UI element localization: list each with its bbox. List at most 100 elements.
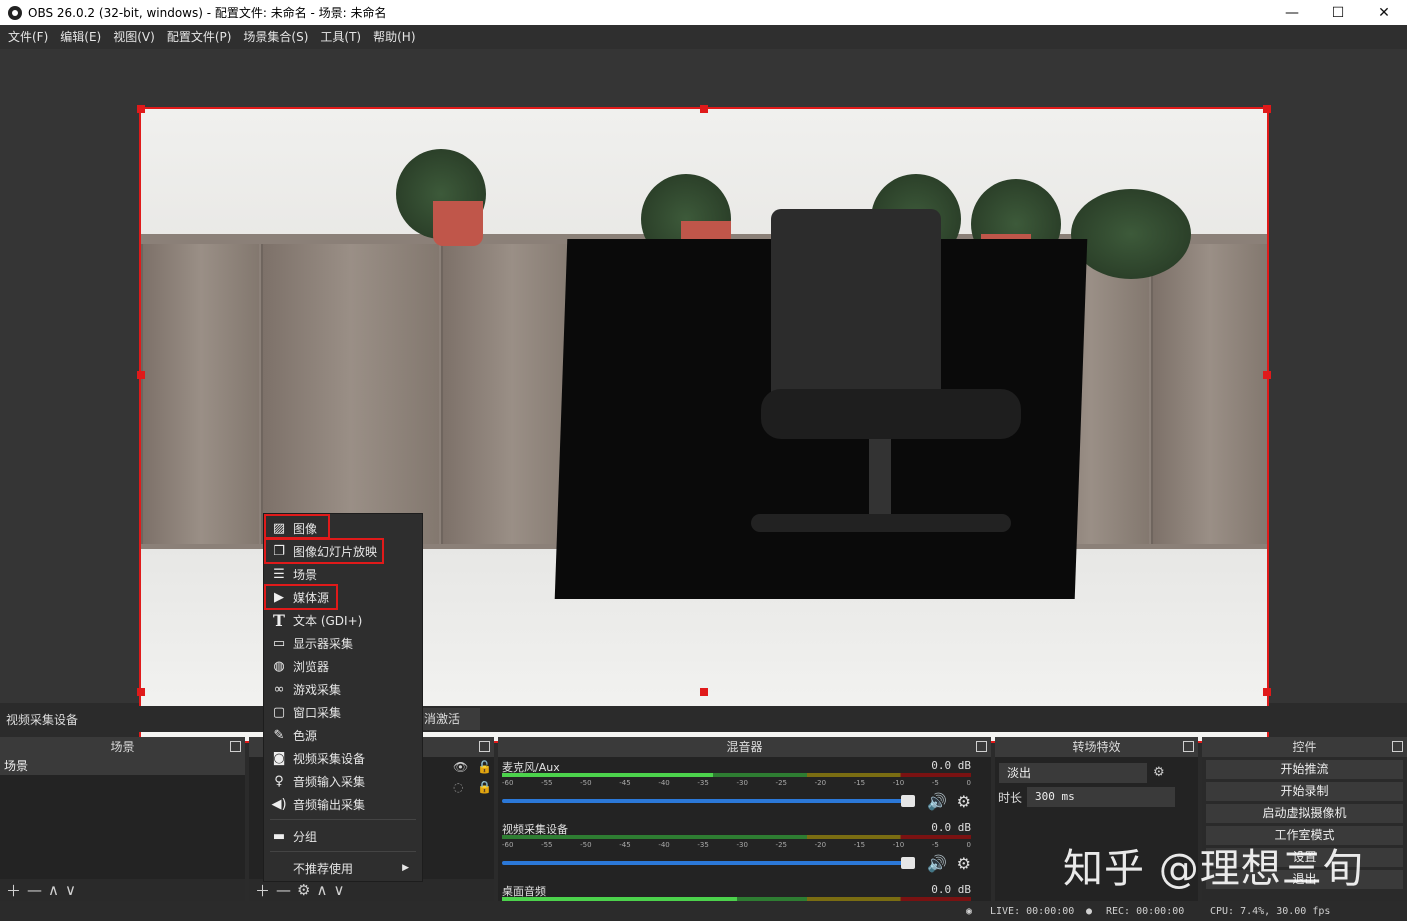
volume-slider-thumb[interactable] — [901, 857, 915, 869]
menu-item-group[interactable]: ▬ 分组 — [265, 825, 421, 847]
gear-icon[interactable]: ⚙ — [957, 792, 971, 811]
microphone-icon: ♀ — [274, 773, 284, 789]
menu-view[interactable]: 视图(V) — [107, 25, 161, 49]
menu-item-window-capture[interactable]: ▢ 窗口采集 — [265, 701, 421, 723]
gear-icon[interactable]: ⚙ — [297, 881, 310, 899]
speaker-icon: ◀) — [271, 796, 287, 812]
globe-icon: ◍ — [273, 658, 285, 674]
remove-source-icon[interactable]: — — [276, 881, 291, 899]
gear-icon[interactable]: ⚙ — [1153, 765, 1165, 780]
text-icon: T — [273, 610, 285, 630]
brush-icon: ✎ — [273, 727, 285, 743]
speaker-icon[interactable]: 🔊 — [927, 792, 947, 811]
plant — [1071, 189, 1191, 279]
menu-item-deprecated[interactable]: 不推荐使用 ▶ — [265, 857, 421, 879]
resize-handle[interactable] — [137, 371, 145, 379]
highlight-box — [264, 514, 330, 539]
menu-separator — [270, 819, 416, 820]
duration-input[interactable]: 300 ms — [1027, 787, 1175, 807]
volume-meter — [502, 835, 971, 839]
menu-edit[interactable]: 编辑(E) — [54, 25, 107, 49]
mixer-title: 混音器 — [726, 740, 763, 754]
add-scene-icon[interactable]: ＋ — [6, 880, 21, 901]
menu-item-audio-output[interactable]: ◀) 音频输出采集 — [265, 793, 421, 815]
gear-icon[interactable]: ⚙ — [957, 854, 971, 873]
selected-source-name: 视频采集设备 — [6, 713, 79, 727]
menu-file[interactable]: 文件(F) — [2, 25, 54, 49]
move-up-icon[interactable]: ∧ — [48, 881, 59, 899]
transition-select[interactable]: 淡出 — [999, 763, 1147, 783]
mixer-dock: 混音器 麦克风/Aux 0.0 dB -60 -55 -50 -45 -40 -35 -30… — [498, 737, 991, 901]
start-virtual-camera-button[interactable]: 启动虚拟摄像机 — [1206, 804, 1403, 823]
float-dock-icon[interactable] — [230, 741, 241, 752]
lock-icon[interactable]: 🔓 — [477, 760, 492, 774]
resize-handle[interactable] — [1263, 105, 1271, 113]
menu-item-game-capture[interactable]: ∞ 游戏采集 — [265, 678, 421, 700]
volume-slider[interactable] — [502, 861, 906, 865]
menu-profile[interactable]: 配置文件(P) — [161, 25, 238, 49]
resize-handle[interactable] — [700, 688, 708, 696]
float-dock-icon[interactable] — [1392, 741, 1403, 752]
lock-icon[interactable]: 🔒 — [477, 780, 492, 794]
maximize-button[interactable]: ☐ — [1315, 0, 1361, 25]
scene-item[interactable]: 场景 — [0, 757, 245, 775]
source-toolbar: 视频采集设备 消激活 — [0, 706, 1407, 732]
menu-scene-collection[interactable]: 场景集合(S) — [237, 25, 314, 49]
transitions-title: 转场特效 — [1072, 740, 1121, 754]
controls-title: 控件 — [1292, 740, 1317, 754]
chair — [771, 209, 941, 409]
menu-item-audio-input[interactable]: ♀ 音频输入采集 — [265, 770, 421, 792]
move-down-icon[interactable]: ∨ — [333, 881, 344, 899]
monitor-icon: ▭ — [272, 635, 286, 651]
minimize-button[interactable]: — — [1269, 0, 1315, 25]
resize-handle[interactable] — [137, 105, 145, 113]
channel-db: 0.0 dB — [931, 759, 971, 772]
rec-icon: ● — [1086, 906, 1093, 917]
live-status: LIVE: 00:00:00 — [990, 906, 1075, 917]
cpu-status: CPU: 7.4%, 30.00 fps — [1210, 906, 1331, 917]
menu-item-text[interactable]: T 文本 (GDI+) — [265, 609, 421, 631]
title-bar: OBS 26.0.2 (32-bit, windows) - 配置文件: 未命名… — [0, 0, 1407, 25]
close-button[interactable]: ✕ — [1361, 0, 1407, 25]
move-up-icon[interactable]: ∧ — [316, 881, 327, 899]
scenes-dock: 场景 场景 ＋ — ∧ ∨ — [0, 737, 245, 901]
menu-item-browser[interactable]: ◍ 浏览器 — [265, 655, 421, 677]
meter-ticks: -60 -55 -50 -45 -40 -35 -30 -25 -20 -15 -10 -5 0 — [502, 779, 971, 787]
eye-icon[interactable]: 👁 — [453, 760, 468, 774]
add-source-icon[interactable]: ＋ — [255, 880, 270, 901]
float-dock-icon[interactable] — [1183, 741, 1194, 752]
menu-item-display-capture[interactable]: ▭ 显示器采集 — [265, 632, 421, 654]
gamepad-icon: ∞ — [273, 681, 285, 697]
float-dock-icon[interactable] — [976, 741, 987, 752]
meter-ticks: -60 -55 -50 -45 -40 -35 -30 -25 -20 -15 -10 -5 0 — [502, 841, 971, 849]
resize-handle[interactable] — [1263, 688, 1271, 696]
meter-level — [502, 773, 714, 777]
start-recording-button[interactable]: 开始录制 — [1206, 782, 1403, 801]
scenes-title: 场景 — [110, 740, 135, 754]
start-streaming-button[interactable]: 开始推流 — [1206, 760, 1403, 779]
window-icon: ▢ — [272, 704, 286, 720]
resize-handle[interactable] — [1263, 371, 1271, 379]
eye-hidden-icon[interactable]: ◌ — [453, 780, 467, 794]
deactivate-button[interactable]: 消激活 — [420, 708, 480, 730]
status-bar: ◉ LIVE: 00:00:00 ● REC: 00:00:00 CPU: 7.… — [0, 903, 1407, 921]
camera-icon: ◙ — [272, 750, 286, 766]
menu-help[interactable]: 帮助(H) — [367, 25, 421, 49]
mixer-channel: 麦克风/Aux 0.0 dB -60 -55 -50 -45 -40 -35 -30 -25-… — [498, 757, 991, 819]
remove-scene-icon[interactable]: — — [27, 881, 42, 899]
menu-item-scene[interactable]: ☰ 场景 — [265, 563, 421, 585]
menu-item-color-source[interactable]: ✎ 色源 — [265, 724, 421, 746]
folder-icon: ▬ — [272, 828, 286, 844]
resize-handle[interactable] — [700, 105, 708, 113]
speaker-icon[interactable]: 🔊 — [927, 854, 947, 873]
menu-tools[interactable]: 工具(T) — [314, 25, 367, 49]
menu-item-video-capture[interactable]: ◙ 视频采集设备 — [265, 747, 421, 769]
chevron-right-icon: ▶ — [402, 863, 409, 873]
move-down-icon[interactable]: ∨ — [65, 881, 76, 899]
volume-slider-thumb[interactable] — [901, 795, 915, 807]
volume-meter — [502, 773, 971, 777]
float-dock-icon[interactable] — [479, 741, 490, 752]
volume-meter — [502, 897, 971, 901]
resize-handle[interactable] — [137, 688, 145, 696]
volume-slider[interactable] — [502, 799, 906, 803]
